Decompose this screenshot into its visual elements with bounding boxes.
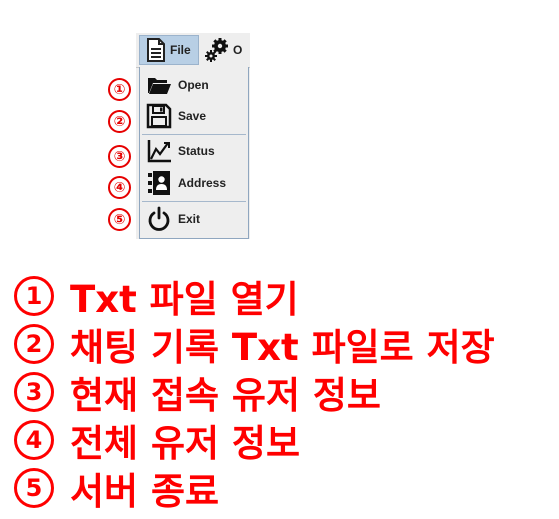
marker-1: ①	[108, 78, 131, 101]
file-menu-label: File	[170, 43, 191, 57]
legend-item: 1 Txt 파일 열기	[14, 270, 299, 322]
legend-text: 전체 유저 정보	[70, 422, 301, 465]
file-dropdown: Open Save Status Address Exit	[139, 67, 249, 239]
legend-item: 4 전체 유저 정보	[14, 414, 300, 466]
menu-item-open[interactable]: Open	[140, 70, 248, 100]
options-menu[interactable]: O	[204, 35, 250, 65]
legend-item: 3 현재 접속 유저 정보	[14, 366, 381, 418]
line-chart-icon	[147, 140, 171, 163]
file-menu[interactable]: File	[139, 35, 199, 65]
menu-item-status-label: Status	[178, 144, 215, 158]
legend-text: Txt 파일 열기	[70, 278, 299, 321]
menu-bar: File O	[136, 33, 250, 68]
gears-icon	[205, 38, 228, 62]
menu-item-address[interactable]: Address	[140, 168, 248, 198]
marker-4: ④	[108, 176, 131, 199]
legend-text: 현재 접속 유저 정보	[70, 374, 381, 417]
folder-open-icon	[148, 78, 171, 94]
menu-item-exit[interactable]: Exit	[140, 204, 248, 234]
document-icon	[147, 38, 165, 62]
menu-item-address-label: Address	[178, 176, 227, 190]
marker-5: ⑤	[108, 208, 131, 231]
legend-number: 4	[14, 420, 54, 460]
legend-number: 1	[14, 276, 54, 316]
legend-number: 5	[14, 468, 54, 508]
legend-text: 채팅 기록 Txt 파일로 저장	[70, 326, 495, 369]
legend-number: 2	[14, 324, 54, 364]
floppy-disk-icon	[146, 103, 172, 129]
menu-item-save[interactable]: Save	[140, 101, 248, 131]
power-icon	[148, 206, 170, 231]
menu-item-exit-label: Exit	[178, 212, 201, 226]
menu-separator	[142, 134, 246, 135]
legend-text: 서버 종료	[70, 470, 220, 513]
menu-item-open-label: Open	[178, 78, 209, 92]
legend-number: 3	[14, 372, 54, 412]
marker-2: ②	[108, 110, 131, 133]
menu-screenshot: File O Open Save Status Address Exit	[136, 33, 250, 239]
options-menu-label: O	[233, 43, 243, 57]
legend-item: 5 서버 종료	[14, 462, 219, 514]
address-book-icon	[148, 171, 170, 195]
legend-item: 2 채팅 기록 Txt 파일로 저장	[14, 318, 495, 370]
menu-item-status[interactable]: Status	[140, 136, 248, 166]
marker-3: ③	[108, 145, 131, 168]
menu-item-save-label: Save	[178, 109, 207, 123]
menu-separator	[142, 201, 246, 202]
